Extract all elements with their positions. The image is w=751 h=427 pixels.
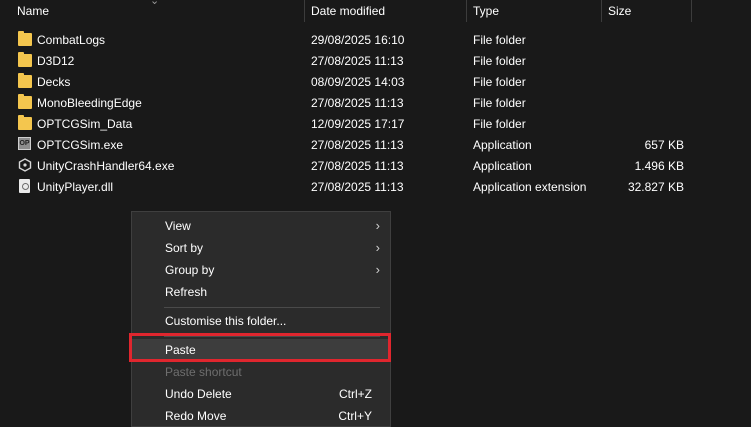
menu-item-customise-folder[interactable]: Customise this folder...: [132, 310, 390, 332]
column-header-name[interactable]: Name: [17, 4, 49, 18]
file-name: MonoBleedingEdge: [37, 96, 142, 110]
app-icon: OP: [18, 137, 32, 151]
menu-item-label: Undo Delete: [165, 387, 232, 401]
column-divider[interactable]: [304, 0, 305, 22]
folder-icon: [18, 52, 32, 67]
file-type: File folder: [473, 117, 526, 131]
file-name: Decks: [37, 75, 71, 89]
file-type: File folder: [473, 96, 526, 110]
menu-item-label: Group by: [165, 263, 215, 277]
context-menu: View › Sort by › Group by › Refresh Cust…: [131, 211, 391, 427]
file-type: Application extension: [473, 180, 587, 194]
file-type: Application: [473, 138, 532, 152]
file-row[interactable]: OP OPTCGSim.exe 27/08/2025 11:13 Applica…: [0, 134, 720, 155]
menu-item-refresh[interactable]: Refresh: [132, 281, 390, 303]
menu-item-view[interactable]: View ›: [132, 215, 390, 237]
menu-item-label: View: [165, 219, 191, 233]
file-row[interactable]: UnityPlayer.dll 27/08/2025 11:13 Applica…: [0, 176, 720, 197]
file-row[interactable]: Decks 08/09/2025 14:03 File folder: [0, 71, 720, 92]
file-date: 27/08/2025 11:13: [311, 180, 404, 194]
file-date: 27/08/2025 11:13: [311, 54, 404, 68]
file-date: 27/08/2025 11:13: [311, 159, 404, 173]
file-row[interactable]: OPTCGSim_Data 12/09/2025 17:17 File fold…: [0, 113, 720, 134]
column-header-type[interactable]: Type: [473, 4, 499, 18]
dll-icon: [18, 179, 32, 193]
column-divider[interactable]: [601, 0, 602, 22]
file-name: UnityPlayer.dll: [37, 180, 114, 194]
file-type: Application: [473, 159, 532, 173]
folder-icon: [18, 73, 32, 88]
menu-item-sort-by[interactable]: Sort by ›: [132, 237, 390, 259]
file-size: 657 KB: [644, 138, 684, 152]
menu-item-shortcut: Ctrl+Z: [339, 387, 372, 401]
menu-item-shortcut: Ctrl+Y: [338, 409, 372, 423]
file-name: OPTCGSim_Data: [37, 117, 133, 131]
column-divider[interactable]: [691, 0, 692, 22]
menu-item-undo-delete[interactable]: Undo Delete Ctrl+Z: [132, 383, 390, 405]
file-name: OPTCGSim.exe: [37, 138, 124, 152]
menu-separator: [164, 307, 380, 308]
file-type: File folder: [473, 33, 526, 47]
file-size: 32.827 KB: [627, 180, 684, 194]
menu-item-label: Paste: [165, 343, 196, 357]
file-row[interactable]: MonoBleedingEdge 27/08/2025 11:13 File f…: [0, 92, 720, 113]
menu-item-label: Redo Move: [165, 409, 227, 423]
column-header-bar: ⌄ Name Date modified Type Size: [0, 0, 751, 22]
file-date: 29/08/2025 16:10: [311, 33, 405, 47]
menu-item-label: Refresh: [165, 285, 208, 299]
file-size: 1.496 KB: [634, 159, 684, 173]
file-type: File folder: [473, 54, 526, 68]
menu-item-group-by[interactable]: Group by ›: [132, 259, 390, 281]
folder-icon: [18, 31, 32, 46]
file-row[interactable]: CombatLogs 29/08/2025 16:10 File folder: [0, 29, 720, 50]
file-date: 12/09/2025 17:17: [311, 117, 405, 131]
file-date: 27/08/2025 11:13: [311, 138, 404, 152]
column-divider[interactable]: [466, 0, 467, 22]
file-date: 27/08/2025 11:13: [311, 96, 404, 110]
chevron-right-icon: ›: [375, 218, 380, 233]
folder-icon: [18, 115, 32, 130]
column-header-size[interactable]: Size: [608, 4, 631, 18]
menu-item-paste[interactable]: Paste: [132, 339, 390, 361]
menu-item-label: Customise this folder...: [165, 314, 287, 328]
file-name: UnityCrashHandler64.exe: [37, 159, 175, 173]
file-date: 08/09/2025 14:03: [311, 75, 405, 89]
menu-item-label: Paste shortcut: [165, 365, 242, 379]
file-row[interactable]: D3D12 27/08/2025 11:13 File folder: [0, 50, 720, 71]
file-type: File folder: [473, 75, 526, 89]
chevron-right-icon: ›: [375, 262, 380, 277]
file-name: D3D12: [37, 54, 75, 68]
menu-item-paste-shortcut: Paste shortcut: [132, 361, 390, 383]
menu-separator: [164, 336, 380, 337]
sort-chevron-icon: ⌄: [150, 0, 160, 7]
menu-item-label: Sort by: [165, 241, 204, 255]
unity-icon: [18, 158, 32, 172]
file-row[interactable]: UnityCrashHandler64.exe 27/08/2025 11:13…: [0, 155, 720, 176]
menu-item-redo-move[interactable]: Redo Move Ctrl+Y: [132, 405, 390, 427]
folder-icon: [18, 94, 32, 109]
file-name: CombatLogs: [37, 33, 106, 47]
column-header-date-modified[interactable]: Date modified: [311, 4, 385, 18]
chevron-right-icon: ›: [375, 240, 380, 255]
